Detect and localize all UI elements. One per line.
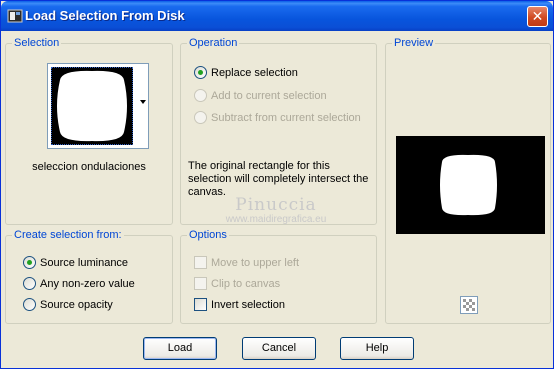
selection-file-name: seleccion ondulaciones	[32, 161, 146, 173]
invert-selection-checkbox[interactable]: Invert selection	[194, 298, 285, 311]
radio-button	[194, 89, 207, 102]
preview-canvas	[396, 136, 545, 234]
add-to-current-selection-radio: Add to current selection	[194, 89, 327, 102]
radio-button[interactable]	[23, 256, 36, 269]
selection-thumbnail	[51, 67, 133, 145]
selection-group-title: Selection	[12, 37, 62, 49]
operation-group-title: Operation	[187, 37, 240, 49]
watermark-url: www.maidiregrafica.eu	[225, 214, 327, 225]
radio-button	[194, 111, 207, 124]
operation-message: The original rectangle for this selectio…	[188, 160, 369, 198]
subtract-from-current-selection-radio: Subtract from current selection	[194, 111, 361, 124]
checkbox	[194, 277, 207, 290]
selection-shape-preview	[57, 70, 127, 142]
window-title: Load Selection From Disk	[25, 8, 185, 23]
preview-transparency-toggle[interactable]	[460, 296, 478, 314]
watermark-name: Pinuccia	[235, 195, 317, 215]
radio-label: Subtract from current selection	[211, 111, 361, 124]
radio-label: Replace selection	[211, 66, 298, 79]
app-icon	[7, 9, 23, 23]
options-group: Options Move to upper left Clip to canva…	[180, 229, 377, 324]
source-luminance-radio[interactable]: Source luminance	[23, 256, 128, 269]
cancel-button[interactable]: Cancel	[242, 337, 316, 360]
replace-selection-radio[interactable]: Replace selection	[194, 66, 298, 79]
dialog-window: Load Selection From Disk ✕ Selection sel…	[0, 0, 554, 369]
radio-button[interactable]	[23, 277, 36, 290]
title-bar[interactable]: Load Selection From Disk ✕	[1, 1, 553, 31]
close-icon: ✕	[531, 8, 544, 24]
checkbox	[194, 256, 207, 269]
radio-button[interactable]	[194, 66, 207, 79]
checkbox-label: Move to upper left	[211, 256, 300, 269]
checkbox-label: Invert selection	[211, 298, 285, 311]
radio-label: Any non-zero value	[40, 277, 135, 290]
checkerboard-icon	[463, 299, 475, 311]
preview-selection-shape	[440, 154, 497, 216]
create-selection-from-group-title: Create selection from:	[12, 229, 124, 241]
checkbox-label: Clip to canvas	[211, 277, 281, 290]
create-selection-from-group: Create selection from: Source luminance …	[5, 229, 173, 324]
selection-file-dropdown[interactable]	[47, 63, 149, 149]
clip-to-canvas-checkbox: Clip to canvas	[194, 277, 280, 290]
options-group-title: Options	[187, 229, 229, 241]
dropdown-arrow-icon[interactable]	[140, 100, 146, 104]
checkbox[interactable]	[194, 298, 207, 311]
preview-group-title: Preview	[392, 37, 436, 49]
source-opacity-radio[interactable]: Source opacity	[23, 298, 113, 311]
preview-group: Preview	[385, 37, 551, 324]
close-button[interactable]: ✕	[527, 6, 548, 27]
load-button[interactable]: Load	[143, 337, 217, 360]
help-button[interactable]: Help	[340, 337, 414, 360]
radio-label: Add to current selection	[211, 89, 327, 102]
radio-label: Source luminance	[40, 256, 129, 269]
selection-group: Selection seleccion ondulaciones	[5, 37, 173, 225]
radio-button[interactable]	[23, 298, 36, 311]
any-non-zero-value-radio[interactable]: Any non-zero value	[23, 277, 135, 290]
watermark: Pinuccia www.maidiregrafica.eu	[206, 196, 346, 226]
move-to-upper-left-checkbox: Move to upper left	[194, 256, 299, 269]
radio-label: Source opacity	[40, 298, 113, 311]
